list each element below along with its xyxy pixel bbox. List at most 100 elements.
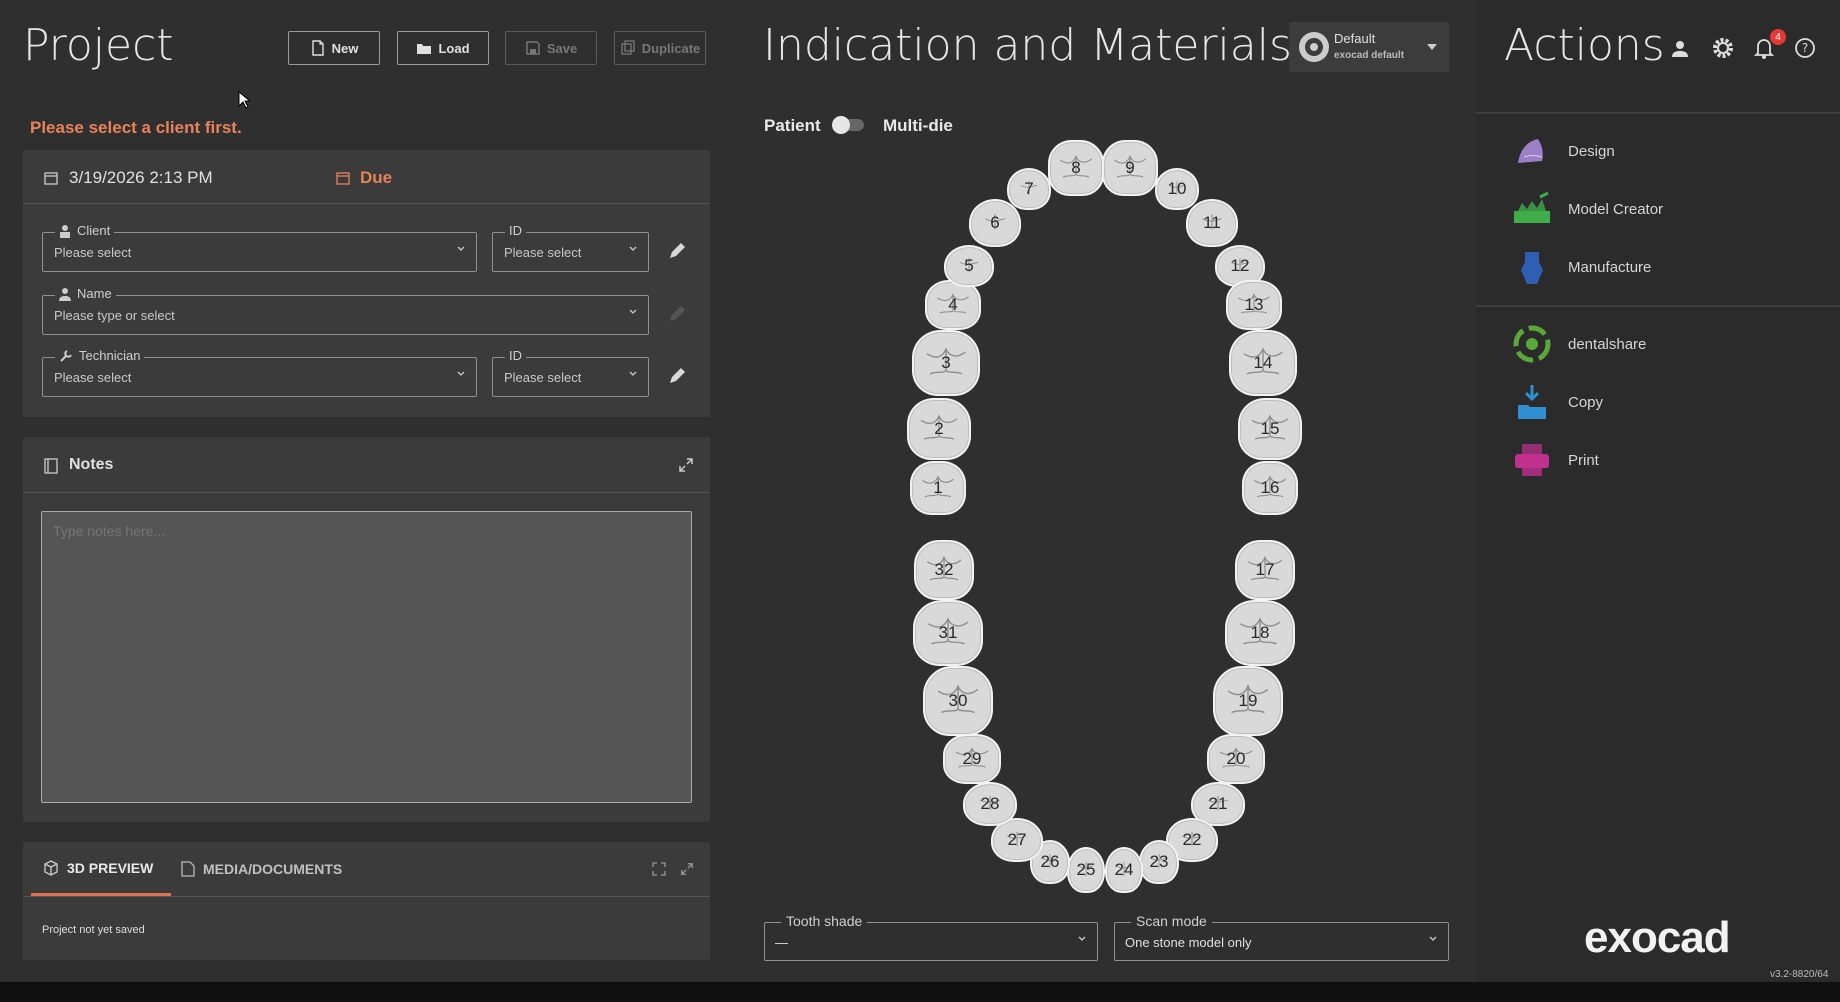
- tooth-number: 24: [1114, 860, 1134, 879]
- tooth-20[interactable]: 20: [1207, 734, 1265, 784]
- tooth-24[interactable]: 24: [1105, 847, 1143, 893]
- scan-mode-select[interactable]: Scan mode One stone model only: [1114, 913, 1449, 961]
- tooth-16[interactable]: 16: [1242, 461, 1298, 515]
- client-id-select[interactable]: ID Please select: [492, 223, 649, 272]
- tooth-27[interactable]: 27: [991, 818, 1043, 862]
- tooth-number: 10: [1167, 179, 1187, 198]
- tooth-number: 18: [1250, 623, 1270, 642]
- tooth-30[interactable]: 30: [923, 666, 993, 736]
- client-label: Client: [77, 223, 111, 238]
- profile-sub: exocad default: [1334, 50, 1405, 61]
- duplicate-button[interactable]: Duplicate: [614, 31, 706, 65]
- project-date[interactable]: 3/19/2026 2:13 PM: [69, 168, 213, 188]
- tooth-5[interactable]: 5: [944, 245, 994, 287]
- due-date[interactable]: Due: [360, 168, 392, 188]
- tooth-8[interactable]: 8: [1048, 140, 1104, 196]
- tab-3d-preview[interactable]: 3D PREVIEW: [31, 842, 171, 896]
- tooth-13[interactable]: 13: [1226, 280, 1282, 330]
- fullscreen-icon[interactable]: [652, 862, 666, 876]
- tooth-number: 32: [934, 560, 954, 579]
- action-model-creator[interactable]: Model Creator: [1512, 189, 1663, 229]
- action-label: Design: [1568, 142, 1615, 160]
- tooth-number: 7: [1024, 179, 1034, 198]
- dentalshare-icon: [1512, 324, 1552, 364]
- save-button-label: Save: [546, 40, 578, 56]
- load-button[interactable]: Load: [397, 31, 489, 65]
- tab-media-documents[interactable]: MEDIA/DOCUMENTS: [181, 842, 342, 896]
- name-select[interactable]: Name Please type or select: [42, 286, 649, 335]
- chevron-down-icon: [457, 371, 465, 376]
- version-label: v3.2-8820/64: [1770, 969, 1829, 980]
- tooth-shade-select[interactable]: Tooth shade —: [764, 913, 1098, 961]
- action-print[interactable]: Print: [1512, 440, 1599, 480]
- notes-header: Notes: [23, 437, 710, 493]
- tooth-15[interactable]: 15: [1238, 398, 1302, 460]
- new-button-label: New: [331, 40, 359, 56]
- tooth-number: 31: [938, 623, 958, 642]
- technician-value: Please select: [54, 370, 132, 385]
- client-select[interactable]: Client Please select: [42, 223, 477, 272]
- tooth-11[interactable]: 11: [1186, 199, 1238, 247]
- action-dentalshare[interactable]: dentalshare: [1512, 324, 1646, 364]
- expand-icon[interactable]: [680, 862, 694, 876]
- edit-client-icon[interactable]: [666, 240, 688, 262]
- scan-mode-value: One stone model only: [1125, 935, 1252, 950]
- technician-label: Technician: [79, 348, 141, 363]
- notes-textarea[interactable]: [41, 511, 692, 803]
- patient-multidie-toggle[interactable]: [832, 116, 864, 134]
- action-copy[interactable]: Copy: [1512, 382, 1603, 422]
- design-icon: [1512, 131, 1552, 171]
- tooth-number: 2: [934, 419, 944, 438]
- tooth-number: 12: [1230, 256, 1250, 275]
- client-id-label: ID: [505, 223, 526, 238]
- tooth-1[interactable]: 1: [910, 461, 966, 515]
- tooth-number: 21: [1208, 794, 1228, 813]
- tooth-number: 27: [1007, 830, 1027, 849]
- save-button[interactable]: Save: [505, 31, 597, 65]
- tooth-number: 13: [1244, 295, 1264, 314]
- technician-id-select[interactable]: ID Please select: [492, 348, 649, 397]
- action-manufacture[interactable]: Manufacture: [1512, 247, 1651, 287]
- edit-technician-icon[interactable]: [666, 365, 688, 387]
- person-icon: [59, 287, 71, 301]
- tooth-28[interactable]: 28: [963, 782, 1017, 826]
- tooth-17[interactable]: 17: [1235, 540, 1295, 600]
- new-button[interactable]: New: [288, 31, 380, 65]
- settings-icon[interactable]: [1712, 37, 1734, 59]
- actions-title: Actions: [1504, 20, 1665, 71]
- tooth-18[interactable]: 18: [1225, 600, 1295, 666]
- tab-divider: [23, 896, 710, 897]
- tooth-12[interactable]: 12: [1215, 245, 1265, 287]
- user-icon[interactable]: [1670, 39, 1690, 59]
- notification-badge: 4: [1770, 29, 1786, 45]
- tooth-25[interactable]: 25: [1067, 847, 1105, 893]
- tooth-7[interactable]: 7: [1007, 168, 1051, 210]
- chevron-down-icon: [1429, 936, 1437, 941]
- action-design[interactable]: Design: [1512, 131, 1615, 171]
- tooth-9[interactable]: 9: [1102, 140, 1158, 196]
- tooth-2[interactable]: 2: [907, 398, 971, 460]
- client-id-value: Please select: [504, 245, 582, 260]
- profile-selector[interactable]: Default exocad default: [1289, 22, 1449, 72]
- new-file-icon: [311, 40, 324, 56]
- tooth-32[interactable]: 32: [914, 540, 974, 600]
- help-icon[interactable]: ?: [1794, 37, 1816, 59]
- expand-icon[interactable]: [678, 457, 694, 473]
- tooth-number: 19: [1238, 691, 1258, 710]
- tooth-29[interactable]: 29: [943, 734, 1001, 784]
- exocad-logo: exocad: [1584, 913, 1731, 962]
- technician-select[interactable]: Technician Please select: [42, 348, 477, 397]
- tooth-number: 8: [1071, 158, 1081, 177]
- tooth-3[interactable]: 3: [912, 330, 980, 396]
- tooth-4[interactable]: 4: [925, 280, 981, 330]
- edit-name-icon[interactable]: [666, 303, 688, 325]
- duplicate-icon: [621, 40, 635, 55]
- tooth-19[interactable]: 19: [1213, 666, 1283, 736]
- technician-id-label: ID: [505, 348, 526, 363]
- gear-icon: [1299, 32, 1329, 62]
- date-row: 3/19/2026 2:13 PM Due: [23, 150, 710, 204]
- tooth-number: 25: [1076, 860, 1096, 879]
- tooth-14[interactable]: 14: [1229, 330, 1297, 396]
- tooth-23[interactable]: 23: [1139, 840, 1179, 884]
- tooth-31[interactable]: 31: [913, 600, 983, 666]
